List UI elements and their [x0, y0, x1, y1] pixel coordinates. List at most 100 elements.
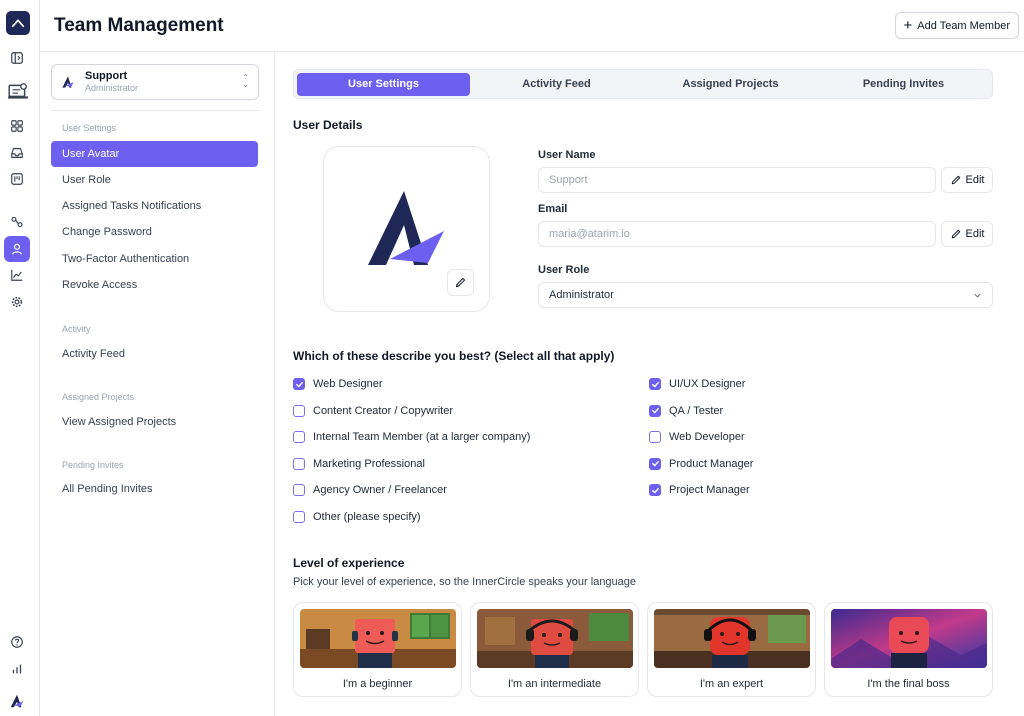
edit-label: Edit [965, 174, 985, 186]
tab-activity-feed[interactable]: Activity Feed [470, 73, 643, 96]
describe-title: Which of these describe you best? (Selec… [293, 349, 615, 363]
app-logo-icon [11, 19, 25, 28]
checkbox-label: Content Creator / Copywriter [313, 404, 453, 417]
sidebar-divider [51, 110, 259, 111]
user-icon[interactable] [4, 236, 30, 262]
checkbox-empty-icon [293, 510, 305, 523]
settings-sidebar: Support Administrator ⌃ ⌄ User Settings U… [40, 52, 275, 716]
checkbox-label: Project Manager [669, 484, 750, 496]
sidebar-item-activity-feed[interactable]: Activity Feed [51, 341, 258, 367]
checkbox-marketing-professional[interactable]: Marketing Professional [293, 456, 425, 472]
device-icon[interactable] [4, 78, 32, 106]
expert-illustration [654, 609, 810, 668]
edit-label: Edit [965, 228, 985, 240]
user-role-select[interactable]: Administrator [538, 282, 993, 308]
board-icon[interactable] [4, 166, 30, 192]
edit-user-name-button[interactable]: Edit [941, 167, 993, 193]
experience-card-final-boss[interactable]: I'm the final boss [824, 602, 993, 697]
sidebar-section-pending-invites: Pending Invites [62, 460, 124, 470]
checkbox-agency-owner-freelancer[interactable]: Agency Owner / Freelancer [293, 482, 447, 498]
user-role-label: User Role [538, 264, 590, 276]
inbox-icon[interactable] [4, 140, 30, 166]
chevron-down-icon [974, 293, 981, 298]
sidebar-section-assigned-projects: Assigned Projects [62, 392, 135, 402]
checkbox-empty-icon [293, 431, 305, 443]
checkbox-product-manager[interactable]: Product Manager [649, 456, 753, 472]
atarim-logo-icon[interactable] [4, 688, 30, 714]
checkbox-label: Web Developer [669, 431, 745, 443]
checkbox-other-please-specify[interactable]: Other (please specify) [293, 509, 421, 525]
sidebar-section-activity: Activity [62, 324, 91, 334]
sidebar-item-two-factor-authentication[interactable]: Two-Factor Authentication [51, 246, 258, 272]
settings-icon[interactable] [4, 289, 30, 315]
atarim-avatar-logo-icon [368, 191, 444, 265]
avatar-box [323, 146, 490, 312]
edit-avatar-button[interactable] [447, 269, 474, 296]
workspace-switcher[interactable]: Support Administrator ⌃ ⌄ [51, 64, 259, 100]
pencil-icon [951, 175, 960, 185]
checkbox-qa-tester[interactable]: QA / Tester [649, 403, 723, 419]
checkbox-content-creator-copywriter[interactable]: Content Creator / Copywriter [293, 403, 453, 419]
experience-card-beginner[interactable]: I'm a beginner [293, 602, 462, 697]
icon-rail [0, 0, 40, 716]
experience-label-beginner: I'm a beginner [342, 678, 413, 690]
workspace-name: Support [85, 70, 128, 82]
tab-user-settings[interactable]: User Settings [297, 73, 470, 96]
bar-chart-icon[interactable] [4, 656, 30, 682]
plus-icon: + [903, 17, 913, 34]
checkbox-label: Other (please specify) [313, 510, 421, 523]
beginner-illustration [300, 609, 456, 668]
final-boss-illustration [831, 609, 987, 668]
checkbox-ui-ux-designer[interactable]: UI/UX Designer [649, 376, 745, 392]
add-team-member-button[interactable]: + Add Team Member [894, 12, 1019, 39]
checkbox-checked-icon [293, 378, 305, 390]
checkbox-project-manager[interactable]: Project Manager [649, 482, 750, 498]
workspace-logo-icon [62, 76, 74, 88]
user-details-title: User Details [293, 118, 363, 132]
checkbox-label: QA / Tester [669, 404, 724, 417]
main-content: User Settings Activity Feed Assigned Pro… [276, 52, 1024, 716]
checkbox-web-designer[interactable]: Web Designer [293, 376, 383, 392]
edit-email-button[interactable]: Edit [941, 221, 993, 247]
checkbox-label: UI/UX Designer [669, 378, 746, 390]
email-label: Email [538, 203, 568, 215]
add-team-member-label: Add Team Member [917, 19, 1010, 32]
experience-label-intermediate: I'm an intermediate [507, 678, 602, 690]
sidebar-item-user-role[interactable]: User Role [51, 167, 258, 193]
email-input[interactable]: maria@atarim.io [538, 221, 936, 247]
checkbox-checked-icon [649, 457, 661, 470]
checkbox-empty-icon [293, 404, 305, 417]
sidebar-item-view-assigned-projects[interactable]: View Assigned Projects [51, 409, 258, 435]
tab-assigned-projects[interactable]: Assigned Projects [644, 73, 817, 96]
panel-icon[interactable] [4, 45, 30, 71]
checkbox-checked-icon [649, 378, 661, 390]
checkbox-internal-team-member-at-a-larger-company[interactable]: Internal Team Member (at a larger compan… [293, 429, 530, 445]
grid-icon[interactable] [4, 113, 30, 139]
sidebar-item-user-avatar[interactable]: User Avatar [51, 141, 258, 167]
checkbox-empty-icon [649, 431, 661, 443]
tab-bar: User Settings Activity Feed Assigned Pro… [293, 69, 993, 99]
experience-card-expert[interactable]: I'm an expert [647, 602, 816, 697]
chart-line-icon[interactable] [4, 262, 30, 288]
user-name-input[interactable]: Support [538, 167, 936, 193]
chevron-updown-icon: ⌃ ⌄ [242, 73, 249, 89]
sidebar-item-assigned-tasks-notifications[interactable]: Assigned Tasks Notifications [51, 193, 258, 219]
experience-subtitle: Pick your level of experience, so the In… [293, 576, 637, 588]
help-icon[interactable] [4, 629, 30, 655]
pencil-icon [951, 229, 960, 239]
checkbox-web-developer[interactable]: Web Developer [649, 429, 745, 445]
checkbox-checked-icon [649, 404, 661, 417]
sidebar-item-change-password[interactable]: Change Password [51, 219, 258, 245]
sidebar-section-user-settings: User Settings [62, 123, 117, 133]
sidebar-item-all-pending-invites[interactable]: All Pending Invites [51, 476, 258, 502]
experience-card-intermediate[interactable]: I'm an intermediate [470, 602, 639, 697]
sidebar-item-revoke-access[interactable]: Revoke Access [51, 272, 258, 298]
workspace-role: Administrator [85, 83, 139, 93]
integrations-icon[interactable] [4, 209, 30, 235]
app-logo[interactable] [6, 11, 30, 35]
experience-title: Level of experience [293, 556, 405, 570]
checkbox-label: Agency Owner / Freelancer [313, 484, 447, 496]
page-title: Team Management [54, 15, 224, 36]
experience-label-final-boss: I'm the final boss [867, 678, 950, 690]
tab-pending-invites[interactable]: Pending Invites [817, 73, 990, 96]
